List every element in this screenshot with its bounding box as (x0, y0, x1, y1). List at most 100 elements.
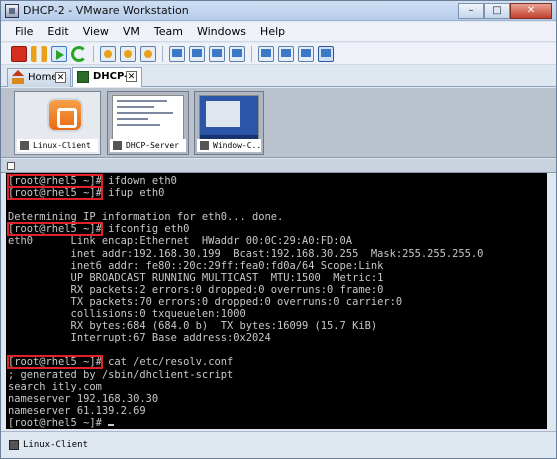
console-text: inet6 addr: fe80::20c:29ff:fea0:fd0a/64 … (8, 259, 384, 272)
console-text: RX bytes:684 (684.0 b) TX bytes:16099 (1… (8, 320, 378, 333)
tab-home[interactable]: Home ✕ (7, 68, 71, 87)
console-text: TX packets:70 errors:0 dropped:0 overrun… (8, 295, 403, 308)
vertical-scrollbar[interactable] (547, 173, 556, 429)
title-bar[interactable]: DHCP-2 - VMware Workstation – □ ✕ (1, 1, 556, 21)
minimize-button[interactable]: – (458, 3, 484, 19)
console-line: RX packets:2 errors:0 dropped:0 overruns… (8, 283, 384, 296)
console-text: Interrupt:67 Base address:0x2024 (8, 332, 271, 345)
vmware-app-icon (5, 4, 19, 18)
console-line: nameserver 61.139.2.69 (8, 405, 146, 417)
thumbnail-bar-icon[interactable] (318, 45, 334, 62)
vm-icon (77, 71, 89, 83)
reset-icon[interactable] (71, 45, 87, 62)
toolbar (1, 43, 556, 65)
vmware-window: DHCP-2 - VMware Workstation – □ ✕ File E… (0, 0, 557, 459)
console-text: UP BROADCAST RUNNING MULTICAST MTU:1500 … (8, 271, 384, 284)
home-icon (12, 70, 24, 84)
summary-view-icon[interactable] (278, 45, 294, 62)
status-bar: Linux-Client (1, 431, 556, 458)
window-controls: – □ ✕ (458, 3, 552, 19)
suspend-icon[interactable] (31, 45, 47, 62)
console-line: TX packets:70 errors:0 dropped:0 overrun… (8, 295, 403, 308)
console-line: collisions:0 txqueuelen:1000 (8, 308, 246, 320)
unity-icon[interactable] (229, 45, 245, 62)
shell-prompt: [root@rhel5 ~]# (7, 174, 103, 188)
thumbnail-screen (112, 95, 184, 141)
tab-home-label: Home (28, 72, 58, 83)
console-line: [root@rhel5 ~]# ifdown eth0 (7, 174, 177, 188)
console-line: inet6 addr: fe80::20c:29ff:fea0:fd0a/64 … (8, 259, 384, 272)
menu-vm[interactable]: VM (123, 25, 140, 38)
console-text: eth0 Link encap:Ethernet HWaddr 00:0C:29… (8, 235, 353, 248)
thumbnail-dhcp-server[interactable]: DHCP-Server (107, 91, 189, 155)
take-snapshot-icon[interactable] (100, 45, 116, 62)
menu-bar: File Edit View VM Team Windows Help (1, 22, 556, 42)
console-text: collisions:0 txqueuelen:1000 (8, 308, 246, 321)
console-text: search itly.com (8, 380, 102, 393)
vm-console-icon (9, 440, 19, 450)
vmware-logo-icon (47, 98, 83, 132)
menu-team[interactable]: Team (154, 25, 183, 38)
shell-prompt: [root@rhel5 ~]# (7, 355, 103, 370)
sidebar-view-icon[interactable] (169, 45, 185, 62)
text-cursor (108, 423, 115, 426)
quick-switch-icon[interactable] (189, 45, 205, 62)
console-line: [root@rhel5 ~]# (8, 416, 115, 429)
console-line: eth0 Link encap:Ethernet HWaddr 00:0C:29… (8, 235, 352, 247)
thumbnail-screen (199, 95, 259, 141)
tab-home-close-icon[interactable]: ✕ (55, 72, 66, 83)
thumbnail-bar: Linux-Client DHCP-Server Window-C... (1, 88, 556, 158)
console-text: ; generated by /sbin/dhclient-script (8, 368, 234, 381)
shell-command: ifdown eth0 (101, 175, 177, 187)
console-line: inet addr:192.168.30.199 Bcast:192.168.3… (8, 247, 484, 260)
shell-prompt: [root@rhel5 ~]# (7, 222, 103, 237)
console-line: [root@rhel5 ~]# cat /etc/resolv.conf (7, 355, 234, 370)
close-button[interactable]: ✕ (510, 3, 552, 19)
snapshot-manager-icon[interactable] (140, 45, 156, 62)
shell-command: cat /etc/resolv.conf (101, 356, 234, 369)
menu-help[interactable]: Help (260, 25, 285, 38)
shell-prompt: [root@rhel5 ~]# (7, 186, 103, 201)
thumbnail-linux-client[interactable]: Linux-Client (14, 91, 101, 155)
appliance-view-icon[interactable] (298, 45, 314, 62)
shell-command: ifconfig eth0 (101, 223, 190, 236)
thumbnail-label: DHCP-Server (110, 139, 186, 152)
status-vm-label: Linux-Client (23, 440, 89, 450)
console-line: search itly.com (8, 381, 102, 393)
console-text: Determining IP information for eth0... d… (8, 211, 284, 224)
fullscreen-icon[interactable] (209, 45, 225, 62)
status-vm-item[interactable]: Linux-Client (7, 438, 88, 452)
collapse-icon[interactable] (7, 162, 15, 170)
vm-console-icon (200, 141, 209, 150)
maximize-button[interactable]: □ (484, 3, 510, 19)
tab-dhcp-2[interactable]: DHCP-2 ✕ (72, 67, 142, 87)
power-off-icon[interactable] (11, 45, 27, 62)
console-line: ; generated by /sbin/dhclient-script (8, 369, 233, 381)
console-text: inet addr:192.168.30.199 Bcast:192.168.3… (8, 247, 484, 260)
thumbnail-label: Linux-Client (17, 139, 98, 152)
tab-bar: Home ✕ DHCP-2 ✕ (1, 66, 556, 87)
console-line: UP BROADCAST RUNNING MULTICAST MTU:1500 … (8, 271, 384, 284)
toolbar-separator (251, 45, 252, 62)
console-output: [root@rhel5 ~]# ifdown eth0 [root@rhel5 … (7, 174, 484, 429)
menu-windows[interactable]: Windows (197, 25, 246, 38)
menu-file[interactable]: File (15, 25, 33, 38)
thumbnail-label: Window-C... (197, 139, 261, 152)
console-text: nameserver 192.168.30.30 (8, 392, 159, 405)
console-line: [root@rhel5 ~]# ifconfig eth0 (7, 222, 190, 237)
menu-view[interactable]: View (83, 25, 109, 38)
revert-snapshot-icon[interactable] (120, 45, 136, 62)
console-text: RX packets:2 errors:0 dropped:0 overruns… (8, 283, 384, 296)
vm-console-icon (20, 141, 29, 150)
thumbnail-window-c[interactable]: Window-C... (194, 91, 264, 155)
vm-console[interactable]: [root@rhel5 ~]# ifdown eth0 [root@rhel5 … (6, 173, 547, 429)
toolbar-separator (93, 45, 94, 62)
tab-dhcp-2-close-icon[interactable]: ✕ (126, 71, 137, 82)
console-line: [root@rhel5 ~]# ifup eth0 (7, 186, 164, 201)
console-view-icon[interactable] (258, 45, 274, 62)
console-text: nameserver 61.139.2.69 (8, 404, 146, 417)
menu-edit[interactable]: Edit (47, 25, 68, 38)
shell-prompt: [root@rhel5 ~]# (8, 416, 102, 429)
console-line: Interrupt:67 Base address:0x2024 (8, 332, 271, 344)
power-on-icon[interactable] (51, 45, 67, 62)
